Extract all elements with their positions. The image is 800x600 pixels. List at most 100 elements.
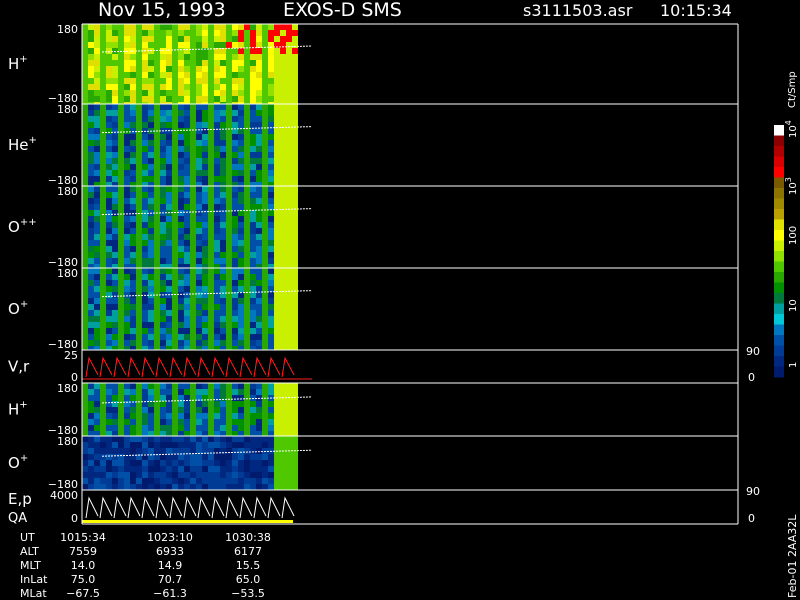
heat-cell: [172, 122, 178, 128]
heat-cell: [220, 431, 226, 436]
heat-cell: [256, 192, 262, 198]
heat-cell: [196, 316, 202, 322]
heat-cell: [118, 334, 124, 340]
heat-cell: [226, 146, 232, 152]
heat-cell: [130, 186, 136, 192]
heat-cell: [292, 383, 298, 389]
heat-cell: [166, 36, 172, 42]
heat-cell: [160, 448, 166, 454]
heat-cell: [94, 60, 100, 66]
heat-cell: [154, 84, 160, 90]
heat-cell: [190, 383, 196, 389]
heat-cell: [208, 436, 214, 442]
heat-cell: [136, 280, 142, 286]
heat-cell: [112, 134, 118, 140]
heat-cell: [190, 419, 196, 425]
heat-cell: [274, 192, 280, 198]
heat-cell: [88, 104, 94, 110]
heat-cell: [130, 268, 136, 274]
heat-cell: [202, 407, 208, 413]
heat-cell: [178, 164, 184, 170]
heat-cell: [226, 246, 232, 252]
heat-cell: [88, 478, 94, 484]
panel-1: 180−180He+: [8, 103, 739, 187]
heat-cell: [208, 401, 214, 407]
heat-cell: [142, 228, 148, 234]
heat-cell: [268, 192, 274, 198]
heat-cell: [142, 316, 148, 322]
heat-cell: [292, 198, 298, 204]
heat-cell: [136, 484, 142, 490]
heat-cell: [172, 48, 178, 54]
heat-cell: [160, 122, 166, 128]
heat-cell: [208, 340, 214, 346]
heat-cell: [100, 140, 106, 146]
heat-cell: [292, 478, 298, 484]
heat-cell: [94, 158, 100, 164]
heat-cell: [94, 222, 100, 228]
heat-cell: [286, 216, 292, 222]
heat-cell: [280, 292, 286, 298]
heat-cell: [256, 72, 262, 78]
heat-cell: [118, 164, 124, 170]
heat-cell: [154, 186, 160, 192]
heat-cell: [142, 425, 148, 431]
heat-cell: [136, 234, 142, 240]
heat-cell: [148, 334, 154, 340]
heat-cell: [112, 204, 118, 210]
heat-cell: [286, 84, 292, 90]
heat-cell: [178, 152, 184, 158]
heat-cell: [208, 122, 214, 128]
heat-cell: [136, 122, 142, 128]
heat-cell: [244, 60, 250, 66]
heat-cell: [166, 176, 172, 182]
heat-cell: [196, 407, 202, 413]
heat-cell: [112, 66, 118, 72]
time-row-value: 65.0: [236, 573, 261, 586]
heat-cell: [208, 84, 214, 90]
heat-cell: [214, 436, 220, 442]
heat-cell: [154, 222, 160, 228]
heat-cell: [112, 182, 118, 186]
heat-cell: [100, 134, 106, 140]
heat-cell: [94, 204, 100, 210]
heat-cell: [148, 419, 154, 425]
heat-cell: [238, 42, 244, 48]
heat-cell: [220, 42, 226, 48]
heat-cell: [232, 36, 238, 42]
heat-cell: [124, 170, 130, 176]
heat-cell: [220, 280, 226, 286]
heat-cell: [244, 110, 250, 116]
heat-cell: [88, 216, 94, 222]
heat-cell: [124, 66, 130, 72]
heat-cell: [196, 383, 202, 389]
heat-cell: [220, 401, 226, 407]
heat-cell: [148, 298, 154, 304]
heat-cell: [202, 280, 208, 286]
heat-cell: [100, 298, 106, 304]
heat-cell: [172, 389, 178, 395]
heat-cell: [178, 340, 184, 346]
heat-cell: [88, 431, 94, 436]
heat-cell: [178, 484, 184, 490]
heat-cell: [178, 122, 184, 128]
heat-cell: [88, 346, 94, 350]
heat-cell: [124, 264, 130, 268]
heat-cell: [160, 140, 166, 146]
heat-cell: [238, 286, 244, 292]
heat-cell: [88, 246, 94, 252]
heat-cell: [256, 442, 262, 448]
heat-cell: [274, 216, 280, 222]
heat-cell: [136, 186, 142, 192]
heat-cell: [148, 170, 154, 176]
heat-cell: [94, 110, 100, 116]
heat-cell: [184, 280, 190, 286]
heat-cell: [286, 346, 292, 350]
heat-cell: [280, 252, 286, 258]
heat-cell: [172, 419, 178, 425]
heat-cell: [208, 454, 214, 460]
heat-cell: [196, 78, 202, 84]
heat-cell: [106, 448, 112, 454]
heat-cell: [256, 346, 262, 350]
heat-cell: [130, 292, 136, 298]
